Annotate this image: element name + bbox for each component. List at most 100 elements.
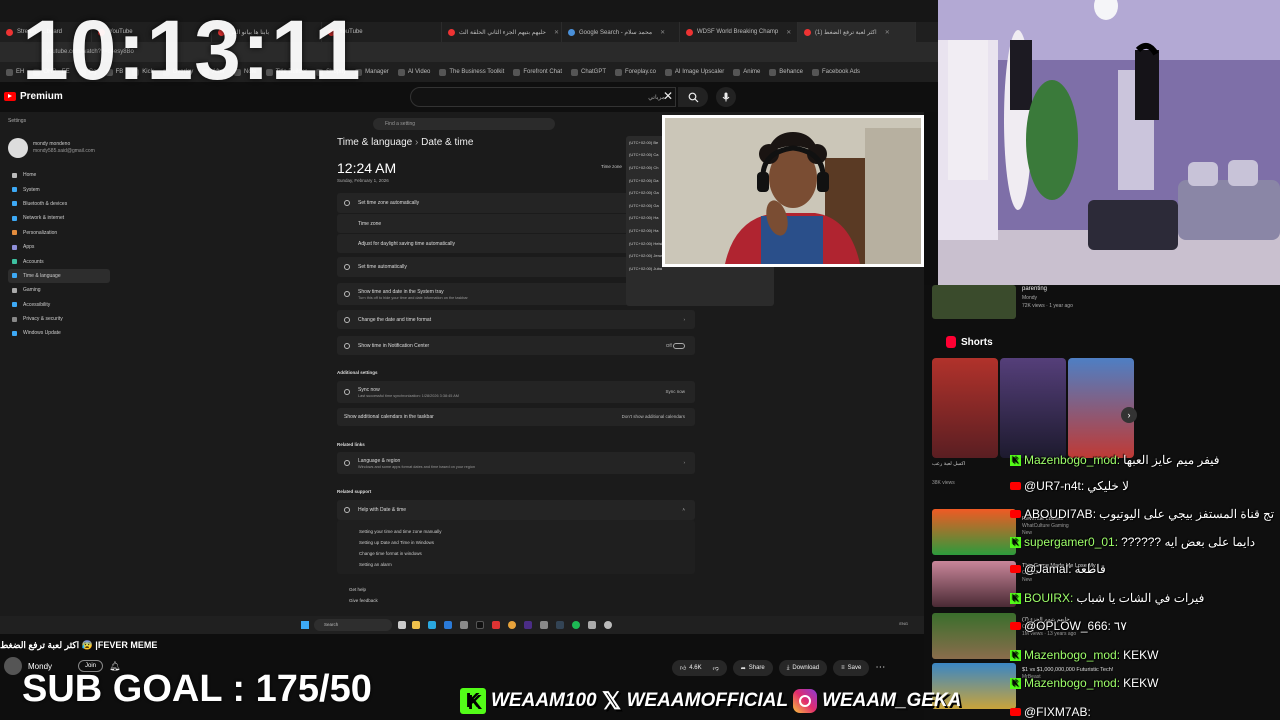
settings-nav-item: Bluetooth & devices <box>8 197 110 211</box>
settings-nav-icon <box>12 244 17 250</box>
youtube-icon <box>804 28 811 36</box>
settings-nav-icon <box>12 187 17 193</box>
windows-taskbar: Search ENG <box>0 616 924 634</box>
share-button[interactable]: ➦ Share <box>732 660 773 676</box>
share-icon: ➦ <box>740 665 746 672</box>
save-button[interactable]: ≡ Save <box>833 660 870 676</box>
chat-message: Ksupergamer0_01:?????? دايما على بعض ايه <box>1010 535 1255 549</box>
x-icon: 𝕏 <box>601 687 622 715</box>
instagram-handle: WEAAM_GEKA <box>822 690 962 711</box>
settings-nav-item: Personalization <box>8 226 110 240</box>
app-icon <box>492 621 500 629</box>
premiere-icon <box>524 621 532 629</box>
help-row: Help with Date & time ˄ <box>337 500 695 520</box>
change-format-row: Change the date and time format › <box>337 310 695 329</box>
close-icon[interactable]: ✕ <box>660 29 665 36</box>
x-handle: WEAAMOFFICIAL <box>626 690 789 711</box>
bookmark-item[interactable]: Behance <box>769 68 803 76</box>
search-button[interactable] <box>678 87 708 107</box>
like-button[interactable]: 👍︎ 4.6K 👎︎ <box>672 660 727 676</box>
shorts-next-button[interactable]: › <box>1121 407 1137 423</box>
kick-icon: K <box>1010 536 1021 548</box>
bookmark-item[interactable]: AI Video <box>397 68 430 76</box>
chat-username: ABOUDI7AB: <box>1024 507 1097 521</box>
kick-icon: K <box>1010 649 1021 661</box>
chat-message: K Mazenbogo_mod: فيفر ميم عايز العبها <box>1010 453 1220 467</box>
settings-search-input: Find a setting <box>373 118 555 130</box>
bookmark-item[interactable]: Anime <box>733 68 760 76</box>
related-links-heading: Related links <box>337 442 365 447</box>
get-help-link: Get help <box>349 587 367 592</box>
calendars-row: Show additional calendars in the taskbar… <box>337 408 695 426</box>
language-region-row: Language & region Windows and some apps f… <box>337 452 695 474</box>
chat-message: @UR7-n4t: لا خليكي <box>1010 479 1129 493</box>
settings-nav-item: Time & language <box>8 268 110 284</box>
additional-settings-heading: Additional settings <box>337 370 378 375</box>
recommended-video[interactable]: parenting Mondy 72K views · 1 year ago <box>932 285 1073 319</box>
bookmark-item[interactable]: ChatGPT <box>571 68 606 76</box>
video-thumbnail[interactable] <box>932 613 1016 659</box>
bookmark-icon <box>6 68 13 76</box>
sync-row: Sync now Last successful time synchroniza… <box>337 381 695 403</box>
settings-nav-item: System <box>8 182 110 196</box>
bookmark-item[interactable]: The Business Toolkit <box>439 68 504 76</box>
browser-tab[interactable]: WDSF World Breaking Champ ✕ <box>680 22 798 42</box>
bookmark-item[interactable]: Foreplay.co <box>615 68 656 76</box>
clear-search-icon[interactable]: ✕ <box>663 89 673 103</box>
app-icon <box>540 621 548 629</box>
shorts-heading: Shorts <box>946 336 993 348</box>
steam-icon <box>556 621 564 629</box>
video-thumbnail <box>932 285 1016 319</box>
browser-tab[interactable]: Google Search - محمد سلام ✕ <box>562 22 680 42</box>
chat-username: @OPLOW_666: <box>1024 619 1111 633</box>
microphone-icon[interactable] <box>716 87 736 107</box>
settings-current-time: 12:24 AM <box>337 160 397 176</box>
help-item: Change time format in windows <box>359 551 422 556</box>
chat-username: @Jamal: <box>1024 562 1072 576</box>
settings-icon <box>604 621 612 629</box>
help-item: Setting an alarm <box>359 562 392 567</box>
settings-nav-icon <box>12 287 17 293</box>
channel-avatar[interactable] <box>4 657 22 675</box>
sync-icon <box>344 389 350 395</box>
short-thumbnail[interactable] <box>1000 358 1066 458</box>
settings-nav-item: Network & internet <box>8 211 110 225</box>
search-input[interactable]: مرياتي <box>410 87 676 107</box>
browser-tab[interactable]: حليهم بتيهم الجزء الثاني الحلقة الث ✕ <box>442 22 562 42</box>
video-thumbnail[interactable] <box>932 509 1016 555</box>
settings-nav-icon <box>12 316 17 322</box>
chat-username: Mazenbogo_mod: <box>1024 453 1121 467</box>
video-title: اكثر لعبة ترفع الضغط 😰 |FEVER MEME <box>0 640 158 650</box>
chevron-right-icon: › <box>683 316 686 322</box>
store-icon <box>444 621 452 629</box>
close-icon[interactable]: ✕ <box>786 29 791 36</box>
video-thumbnail[interactable] <box>932 561 1016 607</box>
settings-nav-item: Apps <box>8 240 110 254</box>
windows-start-icon <box>301 621 309 629</box>
short-thumbnail[interactable] <box>932 358 998 458</box>
close-icon[interactable]: ✕ <box>885 29 890 36</box>
chat-message: @Jamal: قاطعة <box>1010 562 1106 576</box>
kick-icon: K <box>1010 592 1021 604</box>
chat-text: لا خليكي <box>1087 479 1130 493</box>
more-options-icon[interactable]: ⋯ <box>875 660 885 676</box>
bookmark-item[interactable]: AI Image Upscaler <box>664 68 724 76</box>
settings-nav-item: Privacy & security <box>8 312 110 326</box>
taskbar-icon <box>344 291 350 297</box>
settings-nav-icon <box>12 302 17 308</box>
close-icon[interactable]: ✕ <box>554 29 559 36</box>
chat-username: supergamer0_01: <box>1024 535 1119 549</box>
bookmark-item[interactable]: Forefront Chat <box>513 68 562 76</box>
settings-current-date: Sunday, February 1, 2026 <box>337 178 389 183</box>
notification-center-row: Show time in Notification Center Off <box>337 336 695 355</box>
kick-icon: K <box>1010 454 1021 466</box>
thumbs-down-icon[interactable]: 👎︎ <box>713 664 719 672</box>
related-support-heading: Related support <box>337 489 372 494</box>
search-icon <box>688 92 698 102</box>
download-button[interactable]: ⤓ Download <box>778 660 828 676</box>
bookmark-icon <box>571 68 578 76</box>
bookmark-item[interactable]: Facebook Ads <box>811 68 860 76</box>
settings-user-name: mondy mondeno <box>33 141 71 147</box>
settings-nav-icon <box>12 259 17 265</box>
browser-tab-active[interactable]: (1) اكثر لعبة ترفع الضغط ✕ <box>798 22 916 42</box>
